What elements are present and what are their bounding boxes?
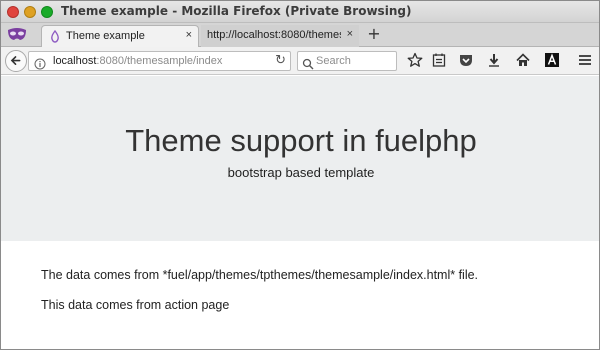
- back-arrow-icon: [10, 56, 21, 65]
- download-icon[interactable]: [486, 52, 502, 68]
- tab-close-icon[interactable]: ×: [347, 28, 353, 40]
- page-subheadline: bootstrap based template: [227, 165, 375, 180]
- reload-button[interactable]: ↻: [275, 53, 286, 68]
- tab-localhost[interactable]: http://localhost:8080/themesample/index …: [201, 25, 359, 47]
- browser-window: Theme example - Mozilla Firefox (Private…: [0, 0, 600, 350]
- firefox-drop-icon: [50, 29, 60, 43]
- page-headline: Theme support in fuelphp: [125, 123, 477, 158]
- a-extension-icon[interactable]: [544, 52, 560, 68]
- url-text[interactable]: localhost:8080/themesample/index: [53, 55, 222, 67]
- navigation-bar: localhost:8080/themesample/index ↻ Searc…: [1, 47, 599, 75]
- content-paragraph-2: This data comes from action page: [41, 298, 230, 312]
- jumbotron: Theme support in fuelphp bootstrap based…: [1, 76, 599, 241]
- site-info-icon[interactable]: [34, 55, 46, 70]
- tab-theme-example[interactable]: Theme example ×: [41, 25, 199, 47]
- search-bar[interactable]: Search: [297, 51, 397, 71]
- tab-label: Theme example: [66, 30, 145, 42]
- tab-close-icon[interactable]: ×: [186, 29, 192, 41]
- search-icon: [302, 55, 314, 70]
- back-button[interactable]: [5, 50, 27, 72]
- content-paragraph-1: The data comes from *fuel/app/themes/tpt…: [41, 268, 479, 282]
- reader-list-icon[interactable]: [431, 52, 447, 68]
- window-maximize-button[interactable]: [41, 6, 53, 18]
- window-close-button[interactable]: [7, 6, 19, 18]
- url-bar[interactable]: localhost:8080/themesample/index ↻: [28, 51, 291, 71]
- menu-icon[interactable]: [577, 52, 593, 68]
- url-path: :8080/themesample/index: [96, 55, 223, 67]
- bookmark-star-icon[interactable]: [407, 52, 423, 68]
- window-minimize-button[interactable]: [24, 6, 36, 18]
- url-host: localhost: [53, 55, 97, 67]
- new-tab-button[interactable]: +: [365, 25, 383, 45]
- private-browsing-mask-icon: [7, 26, 27, 43]
- window-title: Theme example - Mozilla Firefox (Private…: [61, 4, 412, 18]
- pocket-icon[interactable]: [458, 52, 474, 68]
- tab-label: http://localhost:8080/themesample/index: [207, 29, 341, 41]
- tab-strip: Theme example × http://localhost:8080/th…: [1, 23, 599, 47]
- page-content: The data comes from *fuel/app/themes/tpt…: [1, 241, 599, 349]
- title-bar: Theme example - Mozilla Firefox (Private…: [1, 1, 599, 23]
- home-icon[interactable]: [515, 52, 531, 68]
- search-placeholder: Search: [316, 55, 351, 67]
